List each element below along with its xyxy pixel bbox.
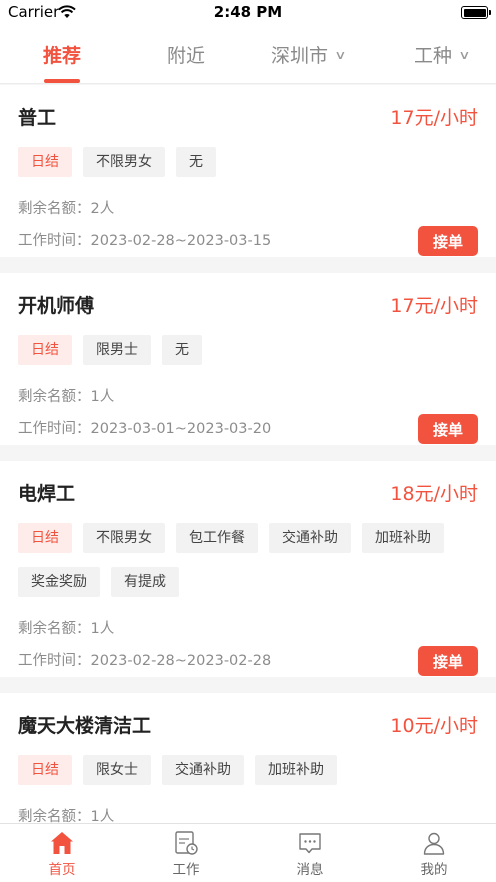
tab-recommend-label: 推荐	[43, 45, 82, 67]
period-label: 工作时间：	[18, 233, 91, 249]
job-tag: 加班补助	[255, 755, 337, 785]
bottom-tab-work[interactable]: 工作	[124, 824, 248, 882]
job-tag: 限男士	[83, 335, 151, 365]
bottom-tab-bar: 首页 工作 消息 我的	[0, 823, 496, 882]
apply-button[interactable]: 接单	[418, 226, 478, 256]
job-salary: 18元/小时	[390, 482, 478, 505]
bottom-tab-label: 首页	[48, 862, 76, 878]
job-tag: 加班补助	[362, 523, 444, 553]
home-icon	[51, 832, 73, 854]
job-list: 普工 17元/小时 日结 不限男女 无 剩余名额：2人 工作时间：2023-02…	[0, 85, 496, 835]
period-value: 2023-02-28~2023-03-15	[90, 233, 272, 249]
bottom-tab-label: 消息	[296, 862, 324, 878]
job-title: 魔天大楼清洁工	[18, 714, 152, 737]
quota-label: 剩余名额：	[18, 201, 91, 217]
job-tag: 交通补助	[162, 755, 244, 785]
quota-value: 1人	[90, 621, 115, 637]
city-filter-dropdown[interactable]: 深圳市 ∨	[271, 41, 347, 68]
period-label: 工作时间：	[18, 653, 91, 669]
job-period: 工作时间：2023-02-28~2023-03-15	[18, 225, 271, 257]
job-tag: 不限男女	[83, 523, 165, 553]
clock: 2:48 PM	[213, 3, 283, 21]
job-quota: 剩余名额：2人	[18, 193, 478, 225]
battery-icon	[461, 6, 491, 19]
job-title: 电焊工	[18, 482, 76, 505]
bottom-tab-messages[interactable]: 消息	[248, 824, 372, 882]
job-period: 工作时间：2023-02-28~2023-02-28	[18, 645, 271, 677]
top-tab-bar: 推荐 附近 深圳市 ∨ 工种 ∨	[0, 26, 496, 84]
job-tags: 日结 不限男女 无	[18, 147, 478, 191]
bottom-tab-home[interactable]: 首页	[0, 824, 124, 882]
bottom-tab-label: 我的	[420, 862, 448, 878]
quota-value: 1人	[90, 389, 115, 405]
chevron-down-icon: ∨	[458, 47, 471, 62]
job-title: 开机师傅	[18, 294, 95, 317]
job-card[interactable]: 开机师傅 17元/小时 日结 限男士 无 剩余名额：1人 工作时间：2023-0…	[0, 273, 496, 445]
job-tag: 包工作餐	[176, 523, 258, 553]
job-tag: 无	[176, 147, 216, 177]
tab-nearby-label: 附近	[167, 45, 206, 67]
job-tag: 日结	[18, 147, 72, 177]
job-title: 普工	[18, 106, 57, 129]
job-card[interactable]: 普工 17元/小时 日结 不限男女 无 剩余名额：2人 工作时间：2023-02…	[0, 85, 496, 257]
job-card[interactable]: 电焊工 18元/小时 日结 不限男女 包工作餐 交通补助 加班补助 奖金奖励 有…	[0, 461, 496, 677]
job-quota: 剩余名额：1人	[18, 381, 478, 413]
chevron-down-icon: ∨	[334, 47, 347, 62]
active-tab-indicator	[44, 79, 80, 83]
job-period: 工作时间：2023-03-01~2023-03-20	[18, 413, 271, 445]
message-icon	[299, 833, 321, 854]
period-label: 工作时间：	[18, 421, 91, 437]
job-tag: 日结	[18, 523, 72, 553]
job-tag: 限女士	[83, 755, 151, 785]
job-tags: 日结 限男士 无	[18, 335, 478, 379]
job-tag: 有提成	[111, 567, 179, 597]
apply-button[interactable]: 接单	[418, 646, 478, 676]
job-type-filter-label: 工种	[414, 45, 453, 67]
job-tag: 奖金奖励	[18, 567, 100, 597]
status-bar: Carrier 2:48 PM	[0, 0, 496, 26]
job-tag: 日结	[18, 755, 72, 785]
period-value: 2023-03-01~2023-03-20	[90, 421, 272, 437]
job-salary: 10元/小时	[390, 714, 478, 737]
bottom-tab-profile[interactable]: 我的	[372, 824, 496, 882]
city-filter-label: 深圳市	[271, 45, 329, 67]
job-tag: 交通补助	[269, 523, 351, 553]
tab-recommend[interactable]: 推荐	[43, 41, 81, 68]
job-salary: 17元/小时	[390, 294, 478, 317]
tab-nearby[interactable]: 附近	[167, 41, 205, 68]
job-tag: 不限男女	[83, 147, 165, 177]
bottom-tab-label: 工作	[172, 862, 200, 878]
job-quota: 剩余名额：1人	[18, 613, 478, 645]
job-tags: 日结 限女士 交通补助 加班补助	[18, 755, 478, 799]
quota-value: 2人	[90, 201, 115, 217]
quota-label: 剩余名额：	[18, 621, 91, 637]
apply-button[interactable]: 接单	[418, 414, 478, 444]
quota-label: 剩余名额：	[18, 389, 91, 405]
job-salary: 17元/小时	[390, 106, 478, 129]
job-type-filter-dropdown[interactable]: 工种 ∨	[414, 41, 471, 68]
period-value: 2023-02-28~2023-02-28	[90, 653, 272, 669]
job-card[interactable]: 魔天大楼清洁工 10元/小时 日结 限女士 交通补助 加班补助 剩余名额：1人	[0, 693, 496, 833]
job-tag: 无	[162, 335, 202, 365]
work-calendar-icon	[175, 831, 198, 855]
job-tags: 日结 不限男女 包工作餐 交通补助 加班补助 奖金奖励 有提成	[18, 523, 478, 611]
person-icon	[423, 832, 445, 855]
job-tag: 日结	[18, 335, 72, 365]
